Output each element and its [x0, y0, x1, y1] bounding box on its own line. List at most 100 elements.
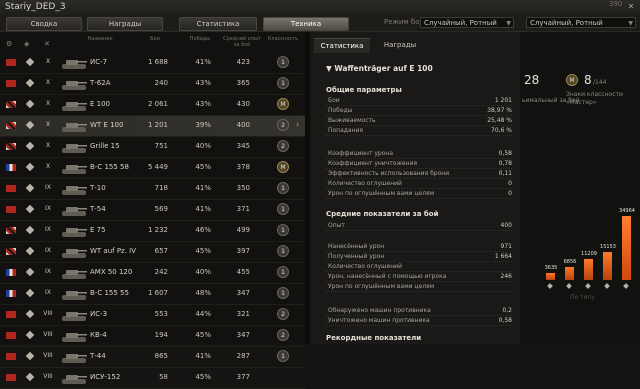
- mastery-badge-icon: M: [277, 98, 289, 110]
- vehicle-row[interactable]: IX AMX 50 120 242 40% 455 1: [0, 263, 305, 284]
- vehicle-detail-title: ▼ Waffenträger auf E 100: [326, 64, 433, 73]
- vehicle-battles: 58: [159, 373, 168, 381]
- tab-summary[interactable]: Сводка: [6, 17, 82, 31]
- vehicle-row[interactable]: VIII Т-44 865 41% 287 1: [0, 347, 305, 368]
- vehicle-tier: IX: [45, 205, 51, 212]
- vehicle-wins: 45%: [195, 247, 211, 255]
- tank-icon: [62, 333, 87, 342]
- mastery-count: 8: [584, 73, 592, 87]
- vehicle-name: Т-62А: [90, 79, 111, 87]
- col-header-wins[interactable]: Победы: [185, 36, 215, 50]
- vehicle-tier: VIII: [43, 310, 53, 317]
- row-divider: [326, 251, 514, 252]
- tank-icon: [62, 144, 87, 153]
- vehicle-row[interactable]: X B-C 155 58 5 449 45% 378 M: [0, 158, 305, 179]
- vehicle-name: Т-44: [90, 352, 106, 360]
- close-icon[interactable]: ✕: [627, 3, 635, 11]
- vehicle-row[interactable]: X Grille 15 751 40% 345 2: [0, 137, 305, 158]
- vehicle-row[interactable]: VIII ИСУ-152 58 45% 377: [0, 368, 305, 389]
- vehicle-class-icon: [25, 99, 35, 109]
- tab-awards[interactable]: Награды: [87, 17, 163, 31]
- row-divider: [326, 230, 514, 231]
- stat-value: 0,2: [502, 307, 512, 314]
- nation-flag-icon: [6, 80, 16, 87]
- stat-value: 400: [500, 222, 512, 229]
- nation-flag-icon: [6, 59, 16, 66]
- mastery-badge-icon: 1: [277, 287, 289, 299]
- chart-bar: [546, 273, 555, 280]
- vehicle-wins: 41%: [195, 352, 211, 360]
- nation-flag-icon: [6, 353, 16, 360]
- nation-flag-icon: [6, 269, 16, 276]
- row-divider: [326, 158, 514, 159]
- nation-flag-icon: [6, 290, 16, 297]
- vehicle-battles: 242: [154, 268, 168, 276]
- tank-icon: [62, 291, 87, 300]
- vehicle-class-icon: [25, 57, 35, 67]
- stat-value: 25,48 %: [487, 117, 512, 124]
- vehicle-wins: 48%: [195, 289, 211, 297]
- vehicle-row[interactable]: IX WT auf Pz. IV 657 45% 397 1: [0, 242, 305, 263]
- chevron-right-icon: ›: [296, 120, 300, 129]
- vehicle-row[interactable]: IX Т-10 718 41% 350 1: [0, 179, 305, 200]
- row-divider: [326, 261, 514, 262]
- vehicle-row[interactable]: X E 100 2 061 43% 430 M: [0, 95, 305, 116]
- vehicle-battles: 718: [154, 184, 168, 192]
- col-header-name[interactable]: Название: [80, 36, 120, 50]
- vehicle-detail-name: Waffenträger auf E 100: [334, 64, 433, 73]
- vehicle-name: Т-54: [90, 205, 106, 213]
- vehicle-battles: 194: [154, 331, 168, 339]
- vehicle-row[interactable]: X ИС-7 1 688 41% 423 1: [0, 53, 305, 74]
- vehicle-battles: 751: [154, 142, 168, 150]
- vehicle-wins: 41%: [195, 184, 211, 192]
- tab-vehicles[interactable]: Техника: [263, 17, 349, 31]
- vehicle-tier: X: [45, 100, 51, 107]
- tier-filter-icon[interactable]: ✕: [44, 40, 50, 48]
- vehicle-row[interactable]: X WT E 100 1 201 39% 400 2 ›: [0, 116, 305, 137]
- mastery-badge-icon: 1: [277, 56, 289, 68]
- vehicle-tier: IX: [45, 247, 51, 254]
- stat-value: 1 664: [494, 253, 512, 260]
- tab-statistics[interactable]: Статистика: [179, 17, 257, 31]
- battle-mode-value: Случайный, Ротный: [424, 19, 497, 27]
- stat-label: Коэффициент уничтожения: [328, 160, 417, 167]
- battle-mode-select-2[interactable]: Случайный, Ротный ▼: [526, 17, 636, 28]
- stat-label: Попадания: [328, 127, 364, 134]
- stat-value: 246: [500, 273, 512, 280]
- vehicle-avg-xp: 377: [236, 373, 250, 381]
- vehicle-avg-xp: 423: [236, 58, 250, 66]
- col-header-avg-xp[interactable]: Средний опыт за бой: [222, 36, 262, 50]
- chart-bar-value: 3635: [544, 265, 558, 271]
- stat-label: Урон по оглушённым вами целям: [328, 283, 435, 290]
- vehicle-row[interactable]: VIII ИС-3 553 44% 321 2: [0, 305, 305, 326]
- vehicle-avg-xp: 378: [236, 163, 250, 171]
- vehicle-battles: 240: [154, 79, 168, 87]
- chart-bar-value: 34964: [619, 208, 635, 214]
- mastery-badge-icon: 1: [277, 203, 289, 215]
- col-header-class[interactable]: Классность: [265, 36, 301, 50]
- vehicle-name: WT E 100: [90, 121, 124, 129]
- vehicle-row[interactable]: X Т-62А 240 43% 365 1: [0, 74, 305, 95]
- col-header-battles[interactable]: Бои: [140, 36, 170, 50]
- detail-tab-awards[interactable]: Награды: [372, 38, 428, 52]
- vehicle-class-icon: [25, 372, 35, 382]
- stat-label: Выживаемость: [328, 117, 376, 124]
- battle-mode-value-2: Случайный, Ротный: [530, 19, 603, 27]
- vehicle-class-icon: [25, 141, 35, 151]
- vehicle-tier: IX: [45, 184, 51, 191]
- stat-value: 971: [500, 243, 512, 250]
- row-divider: [326, 271, 514, 272]
- vehicle-row[interactable]: IX B-C 155 55 1 607 48% 347 1: [0, 284, 305, 305]
- nation-filter-icon[interactable]: ⚙: [6, 40, 12, 48]
- chart-bar: [603, 252, 612, 280]
- stat-value: 0: [508, 180, 512, 187]
- table-scrollbar[interactable]: [305, 32, 310, 344]
- vehicle-wins: 43%: [195, 79, 211, 87]
- detail-tab-statistics[interactable]: Статистика: [314, 38, 370, 53]
- chart-bar: [584, 259, 593, 280]
- stat-label: Уничтожено машин противника: [328, 317, 430, 324]
- class-filter-icon[interactable]: ◈: [24, 40, 29, 48]
- vehicle-row[interactable]: IX E 75 1 232 46% 499 1: [0, 221, 305, 242]
- vehicle-row[interactable]: IX Т-54 569 41% 371 1: [0, 200, 305, 221]
- battle-mode-select[interactable]: Случайный, Ротный ▼: [420, 17, 514, 28]
